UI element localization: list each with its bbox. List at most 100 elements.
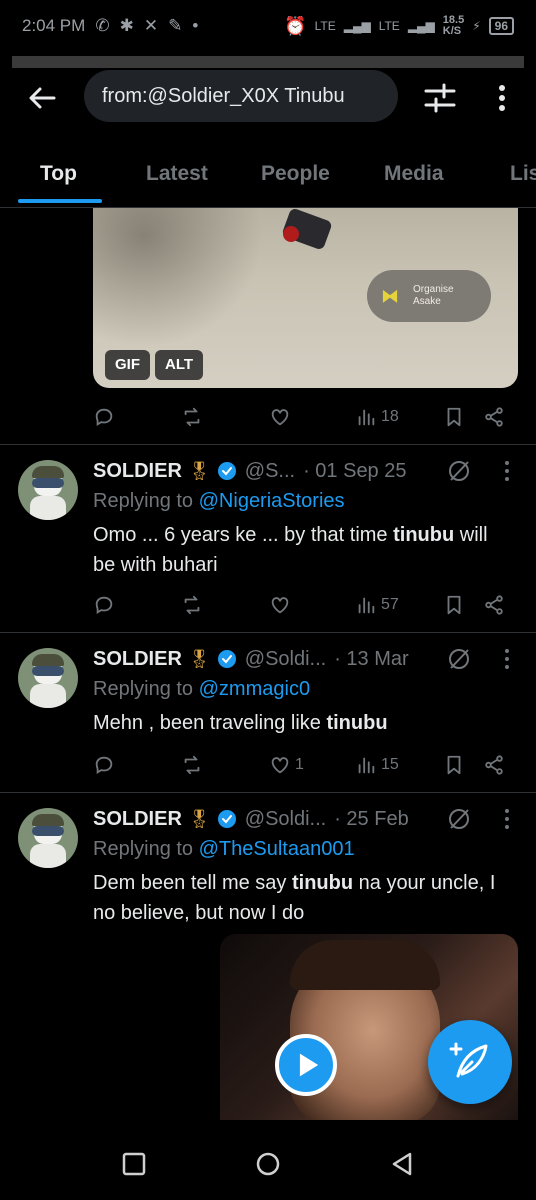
avatar-body <box>30 684 66 708</box>
bookmark-button[interactable] <box>443 402 465 432</box>
signal-icon: ▂▄▆ <box>343 19 371 33</box>
network-label: LTE <box>314 19 336 33</box>
home-icon[interactable] <box>254 1150 282 1178</box>
avatar-goggles <box>32 826 64 836</box>
media-overlay-title: Organise <box>413 284 454 295</box>
app-icon: ✱ <box>119 16 134 35</box>
reply-button[interactable] <box>93 402 115 432</box>
tweet-keyword: tinubu <box>393 524 455 546</box>
bookmark-button[interactable] <box>443 750 465 780</box>
more-options-icon[interactable] <box>488 80 516 116</box>
tab-media[interactable]: Media <box>384 162 444 186</box>
grok-icon[interactable] <box>446 458 472 484</box>
views-button[interactable]: 15 <box>355 750 399 780</box>
tweet-more-icon[interactable] <box>502 808 512 830</box>
medal-icon: 🎖 <box>187 808 211 829</box>
views-icon <box>358 409 375 426</box>
play-icon[interactable] <box>275 1034 337 1096</box>
share-icon <box>485 755 503 775</box>
compose-post-icon[interactable] <box>428 1020 512 1104</box>
reply-button[interactable] <box>93 750 115 780</box>
dot-icon: • <box>192 16 199 35</box>
tweet-more-icon[interactable] <box>502 460 512 482</box>
heart-icon <box>271 757 289 774</box>
tweet[interactable]: SOLDIER 🎖 @S... · 01 Sep 25 Replying to … <box>0 444 536 632</box>
replying-prefix: Replying to <box>93 838 199 860</box>
tab-people[interactable]: People <box>261 162 330 186</box>
reply-mention-link[interactable]: @TheSultaan001 <box>199 838 355 860</box>
repost-button[interactable] <box>181 402 203 432</box>
avatar[interactable] <box>18 460 78 520</box>
system-nav-bar <box>0 1122 536 1200</box>
reply-mention-link[interactable]: @NigeriaStories <box>199 490 345 512</box>
tweet-body-text: Omo ... 6 years ke ... by that time <box>93 524 394 546</box>
share-button[interactable] <box>483 590 505 620</box>
like-button[interactable] <box>269 402 291 432</box>
tab-lists[interactable]: Lis <box>510 162 536 186</box>
display-name[interactable]: SOLDIER <box>93 460 182 483</box>
bookmark-icon <box>447 407 461 427</box>
views-count: 57 <box>381 596 399 613</box>
share-icon <box>485 407 503 427</box>
tweet-body: Dem been tell me say tinubu na your uncl… <box>93 868 513 928</box>
system-back-icon[interactable] <box>388 1150 416 1178</box>
avatar-goggles <box>32 666 64 676</box>
network-label-2: LTE <box>378 19 400 33</box>
tweet-header: SOLDIER 🎖 @S... · 01 Sep 25 <box>93 456 407 486</box>
share-icon <box>485 595 503 615</box>
alarm-icon: ⏰ <box>284 15 307 36</box>
avatar[interactable] <box>18 808 78 868</box>
repost-icon <box>184 755 200 775</box>
tweet-actions: 18 <box>93 402 513 432</box>
tweet-date: · 01 Sep 25 <box>303 459 407 482</box>
user-handle: @Soldi... <box>244 647 327 670</box>
heart-icon <box>271 597 289 614</box>
recent-apps-icon[interactable] <box>120 1150 148 1178</box>
bookmark-button[interactable] <box>443 590 465 620</box>
reply-mention-link[interactable]: @zmmagic0 <box>199 678 310 700</box>
share-button[interactable] <box>483 750 505 780</box>
views-button[interactable]: 57 <box>355 590 399 620</box>
reply-button[interactable] <box>93 590 115 620</box>
verified-badge-icon <box>217 810 236 828</box>
grok-icon[interactable] <box>446 806 472 832</box>
tweet-more-icon[interactable] <box>502 648 512 670</box>
x-icon: ✕ <box>143 16 159 35</box>
replying-to: Replying to @NigeriaStories <box>93 490 345 513</box>
replying-to: Replying to @TheSultaan001 <box>93 838 355 861</box>
avatar-goggles <box>32 478 64 488</box>
like-button[interactable] <box>269 590 295 620</box>
tab-latest[interactable]: Latest <box>146 162 208 186</box>
share-button[interactable] <box>483 402 505 432</box>
heart-icon <box>271 409 289 426</box>
reply-icon <box>95 756 113 774</box>
media-overlay-badge: ⧓ Organise Asake <box>367 270 491 322</box>
repost-button[interactable] <box>181 590 203 620</box>
views-button[interactable]: 18 <box>355 402 399 432</box>
like-button[interactable]: 1 <box>269 750 304 780</box>
avatar[interactable] <box>18 648 78 708</box>
search-input[interactable]: from:@Soldier_X0X Tinubu <box>84 70 398 122</box>
medal-icon: 🎖 <box>187 460 211 481</box>
media-overlay-text: Organise Asake <box>413 284 454 308</box>
alt-badge[interactable]: ALT <box>155 350 204 380</box>
bookmark-icon <box>447 595 461 615</box>
avatar-helmet <box>32 814 64 826</box>
display-name[interactable]: SOLDIER <box>93 648 182 671</box>
status-notification-icons: ✆ ✱ ✕ ✎ • <box>95 16 198 36</box>
tweet-keyword: tinubu <box>326 712 388 734</box>
tweet-actions: 57 <box>93 590 513 620</box>
back-arrow-icon[interactable] <box>26 82 58 114</box>
tab-top[interactable]: Top <box>40 162 77 186</box>
grok-icon[interactable] <box>446 646 472 672</box>
avatar-body <box>30 844 66 868</box>
media-object-accent <box>283 226 299 242</box>
filter-icon[interactable] <box>420 80 460 116</box>
views-icon <box>358 597 375 614</box>
repost-button[interactable] <box>181 750 203 780</box>
display-name[interactable]: SOLDIER <box>93 808 182 831</box>
gif-media[interactable]: ⧓ Organise Asake GIF ALT <box>93 208 518 388</box>
tweet[interactable]: SOLDIER 🎖 @Soldi... · 13 Mar Replying to… <box>0 632 536 792</box>
status-time: 2:04 PM <box>22 16 86 35</box>
tweet-header: SOLDIER 🎖 @Soldi... · 25 Feb <box>93 804 409 834</box>
